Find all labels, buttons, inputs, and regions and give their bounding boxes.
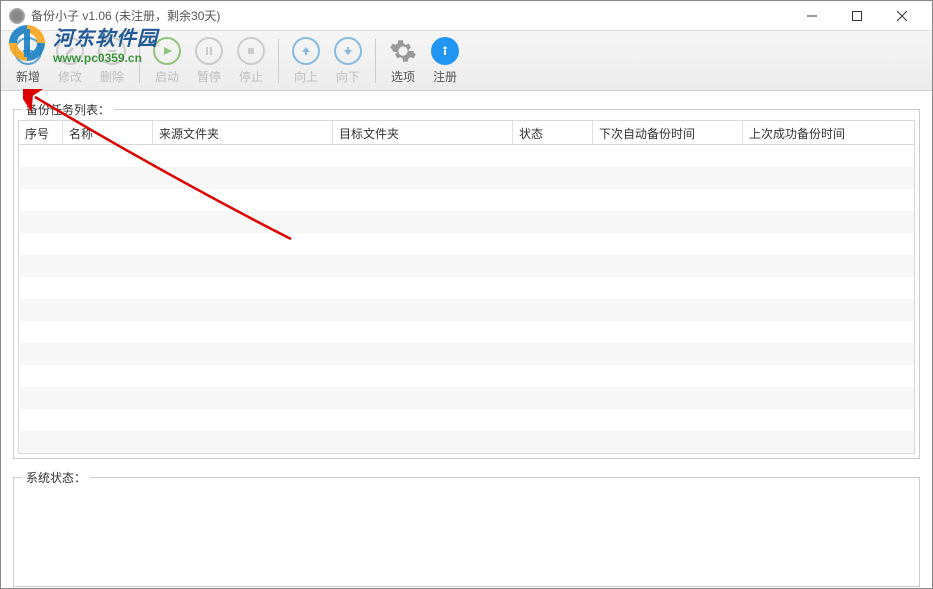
col-source[interactable]: 来源文件夹 xyxy=(153,121,333,144)
info-icon xyxy=(431,37,459,65)
table-row[interactable] xyxy=(19,145,914,167)
window-controls xyxy=(789,2,924,30)
minimize-button[interactable] xyxy=(789,2,834,30)
task-list-title: 备份任务列表： xyxy=(22,101,114,118)
edit-button[interactable]: 修改 xyxy=(49,33,91,89)
moveup-button[interactable]: 向上 xyxy=(285,33,327,89)
table-body[interactable] xyxy=(19,145,914,453)
toolbar: 新增 修改 删除 启动 暂停 停止 向上 向下 选项 注册 xyxy=(1,31,932,91)
close-button[interactable] xyxy=(879,2,924,30)
table-row[interactable] xyxy=(19,343,914,365)
toolbar-separator xyxy=(278,39,279,83)
plus-icon xyxy=(14,37,42,65)
maximize-button[interactable] xyxy=(834,2,879,30)
task-list-group: 备份任务列表： 序号 名称 来源文件夹 目标文件夹 状态 下次自动备份时间 上次… xyxy=(13,109,920,459)
register-button[interactable]: 注册 xyxy=(424,33,466,89)
titlebar: 备份小子 v1.06 (未注册，剩余30天) xyxy=(1,1,932,31)
table-row[interactable] xyxy=(19,277,914,299)
col-last[interactable]: 上次成功备份时间 xyxy=(743,121,914,144)
options-button[interactable]: 选项 xyxy=(382,33,424,89)
arrow-down-icon xyxy=(334,37,362,65)
window-title: 备份小子 v1.06 (未注册，剩余30天) xyxy=(31,7,789,24)
add-button[interactable]: 新增 xyxy=(7,33,49,89)
system-status-body[interactable] xyxy=(18,488,915,582)
stop-button[interactable]: 停止 xyxy=(230,33,272,89)
col-next[interactable]: 下次自动备份时间 xyxy=(593,121,743,144)
toolbar-separator xyxy=(375,39,376,83)
task-table[interactable]: 序号 名称 来源文件夹 目标文件夹 状态 下次自动备份时间 上次成功备份时间 xyxy=(18,120,915,454)
system-status-group: 系统状态： xyxy=(13,477,920,587)
col-name[interactable]: 名称 xyxy=(63,121,153,144)
table-row[interactable] xyxy=(19,431,914,453)
table-row[interactable] xyxy=(19,321,914,343)
pencil-icon xyxy=(56,37,84,65)
start-button[interactable]: 启动 xyxy=(146,33,188,89)
table-row[interactable] xyxy=(19,233,914,255)
gear-icon xyxy=(389,37,417,65)
table-row[interactable] xyxy=(19,255,914,277)
minus-icon xyxy=(98,37,126,65)
arrow-up-icon xyxy=(292,37,320,65)
table-row[interactable] xyxy=(19,409,914,431)
table-row[interactable] xyxy=(19,387,914,409)
table-row[interactable] xyxy=(19,189,914,211)
table-row[interactable] xyxy=(19,299,914,321)
col-state[interactable]: 状态 xyxy=(513,121,593,144)
movedown-button[interactable]: 向下 xyxy=(327,33,369,89)
pause-icon xyxy=(195,37,223,65)
app-icon xyxy=(9,8,25,24)
table-row[interactable] xyxy=(19,365,914,387)
pause-button[interactable]: 暂停 xyxy=(188,33,230,89)
delete-button[interactable]: 删除 xyxy=(91,33,133,89)
col-index[interactable]: 序号 xyxy=(19,121,63,144)
toolbar-separator xyxy=(139,39,140,83)
table-row[interactable] xyxy=(19,211,914,233)
col-target[interactable]: 目标文件夹 xyxy=(333,121,513,144)
table-row[interactable] xyxy=(19,167,914,189)
play-icon xyxy=(153,37,181,65)
system-status-title: 系统状态： xyxy=(22,469,90,486)
content-area: 备份任务列表： 序号 名称 来源文件夹 目标文件夹 状态 下次自动备份时间 上次… xyxy=(1,91,932,588)
table-header: 序号 名称 来源文件夹 目标文件夹 状态 下次自动备份时间 上次成功备份时间 xyxy=(19,121,914,145)
stop-icon xyxy=(237,37,265,65)
